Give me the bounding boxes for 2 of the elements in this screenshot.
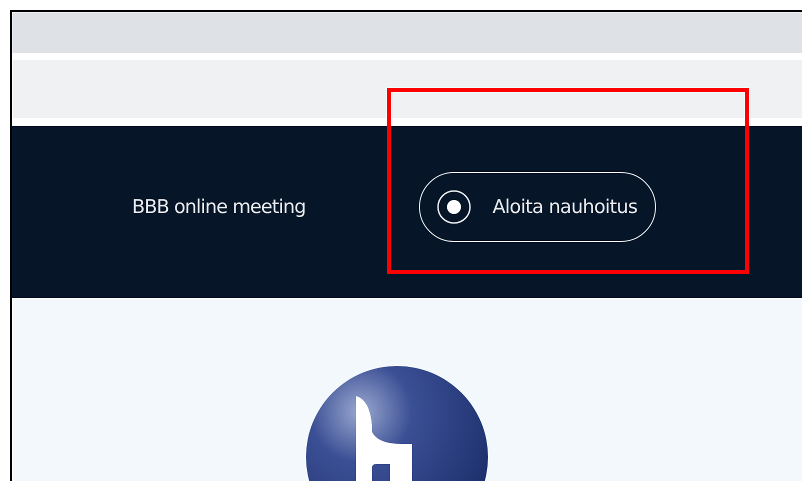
record-button[interactable]: Aloita nauhoitus	[419, 172, 656, 242]
meeting-title: BBB online meeting	[132, 194, 306, 220]
